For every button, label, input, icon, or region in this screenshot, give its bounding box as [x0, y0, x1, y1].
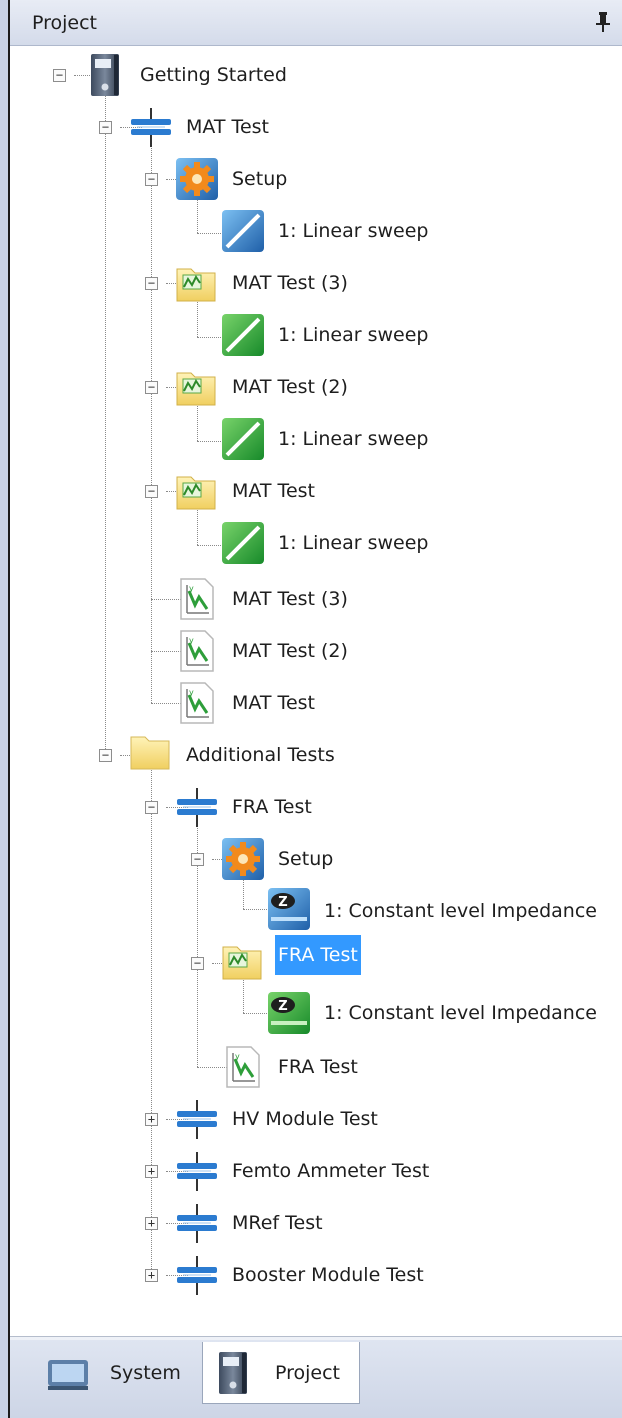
tree-connector — [197, 337, 223, 338]
tab-project-label: Project — [275, 1362, 341, 1384]
tree-item-hv-module-test[interactable]: HV Module Test — [229, 1107, 381, 1131]
collapse-toggle[interactable]: − — [53, 69, 66, 82]
tree-item-mat-test[interactable]: MAT Test — [183, 115, 272, 139]
project-binder-icon — [211, 1351, 255, 1395]
panel-title: Project — [32, 12, 98, 34]
graph-icon — [175, 681, 219, 725]
tree-item-fra-graph[interactable]: FRA Test — [275, 1055, 361, 1079]
panel-titlebar: Project — [10, 0, 622, 46]
tree-item-femto-ammeter-test[interactable]: Femto Ammeter Test — [229, 1159, 432, 1183]
tree-item-booster-module-test[interactable]: Booster Module Test — [229, 1263, 427, 1287]
linear-sweep-icon — [221, 209, 265, 253]
tree-connector — [197, 545, 223, 546]
project-panel: Project − − − − − − − − − − + + + + Gett… — [8, 0, 622, 1418]
tree-item-fra-result-impedance[interactable]: 1: Constant level Impedance — [321, 1001, 600, 1025]
graph-icon — [175, 629, 219, 673]
tree-item-additional-tests[interactable]: Additional Tests — [183, 743, 338, 767]
device-icon — [175, 1097, 219, 1141]
device-icon — [175, 1253, 219, 1297]
expand-toggle[interactable]: + — [145, 1113, 158, 1126]
impedance-icon — [267, 991, 311, 1035]
project-binder-icon — [83, 53, 127, 97]
collapse-toggle[interactable]: − — [99, 749, 112, 762]
collapse-toggle[interactable]: − — [191, 957, 204, 970]
result-folder-icon — [175, 469, 219, 513]
expand-toggle[interactable]: + — [145, 1165, 158, 1178]
tree-guide — [151, 141, 152, 703]
tree-item-mref-test[interactable]: MRef Test — [229, 1211, 326, 1235]
collapse-toggle[interactable]: − — [145, 485, 158, 498]
tree-guide — [105, 89, 106, 755]
project-tree: − − − − − − − − − − + + + + Getting Star… — [10, 46, 622, 1336]
tree-item-fra-setup-impedance[interactable]: 1: Constant level Impedance — [321, 899, 600, 923]
tree-item-mat-test-1-sweep[interactable]: 1: Linear sweep — [275, 531, 432, 555]
folder-icon — [129, 729, 173, 773]
tab-project[interactable]: Project — [202, 1342, 360, 1404]
graph-icon — [221, 1045, 265, 1089]
impedance-icon — [267, 887, 311, 931]
tree-item-mat-test-2[interactable]: MAT Test (2) — [229, 375, 351, 399]
bottom-tab-bar: System Project — [10, 1340, 622, 1418]
tree-item-mat-test-3[interactable]: MAT Test (3) — [229, 271, 351, 295]
device-icon — [175, 785, 219, 829]
linear-sweep-icon — [221, 521, 265, 565]
collapse-toggle[interactable]: − — [191, 853, 204, 866]
tree-item-fra-setup[interactable]: Setup — [275, 847, 336, 871]
tree-item-mat-test-3-sweep[interactable]: 1: Linear sweep — [275, 323, 432, 347]
tree-item-fra-result[interactable]: FRA Test — [275, 935, 361, 975]
tree-item-fra-test[interactable]: FRA Test — [229, 795, 315, 819]
tree-item-mat-test-2-sweep[interactable]: 1: Linear sweep — [275, 427, 432, 451]
tree-item-mat-graph-3[interactable]: MAT Test (3) — [229, 587, 351, 611]
setup-gear-icon — [221, 837, 265, 881]
tree-item-mat-graph-1[interactable]: MAT Test — [229, 691, 318, 715]
tree-connector — [197, 233, 223, 234]
expand-toggle[interactable]: + — [145, 1269, 158, 1282]
tree-item-getting-started[interactable]: Getting Started — [137, 63, 290, 87]
result-folder-icon — [175, 261, 219, 305]
device-icon — [175, 1149, 219, 1193]
tree-connector — [243, 909, 269, 910]
result-folder-icon — [221, 939, 265, 983]
collapse-toggle[interactable]: − — [145, 381, 158, 394]
result-folder-icon — [175, 365, 219, 409]
pin-icon[interactable] — [594, 10, 612, 34]
graph-icon — [175, 577, 219, 621]
tree-guide — [151, 765, 152, 1275]
collapse-toggle[interactable]: − — [145, 801, 158, 814]
setup-gear-icon — [175, 157, 219, 201]
tree-item-mat-setup-sweep[interactable]: 1: Linear sweep — [275, 219, 432, 243]
tree-item-mat-setup[interactable]: Setup — [229, 167, 290, 191]
linear-sweep-icon — [221, 313, 265, 357]
tree-item-mat-test-1[interactable]: MAT Test — [229, 479, 318, 503]
device-icon — [129, 105, 173, 149]
linear-sweep-icon — [221, 417, 265, 461]
tab-system[interactable]: System — [32, 1342, 202, 1404]
tree-item-mat-graph-2[interactable]: MAT Test (2) — [229, 639, 351, 663]
system-monitor-icon — [46, 1352, 90, 1396]
collapse-toggle[interactable]: − — [99, 121, 112, 134]
collapse-toggle[interactable]: − — [145, 277, 158, 290]
tab-system-label: System — [110, 1362, 181, 1384]
expand-toggle[interactable]: + — [145, 1217, 158, 1230]
device-icon — [175, 1201, 219, 1245]
collapse-toggle[interactable]: − — [145, 173, 158, 186]
tree-connector — [243, 1013, 269, 1014]
tree-connector — [197, 441, 223, 442]
